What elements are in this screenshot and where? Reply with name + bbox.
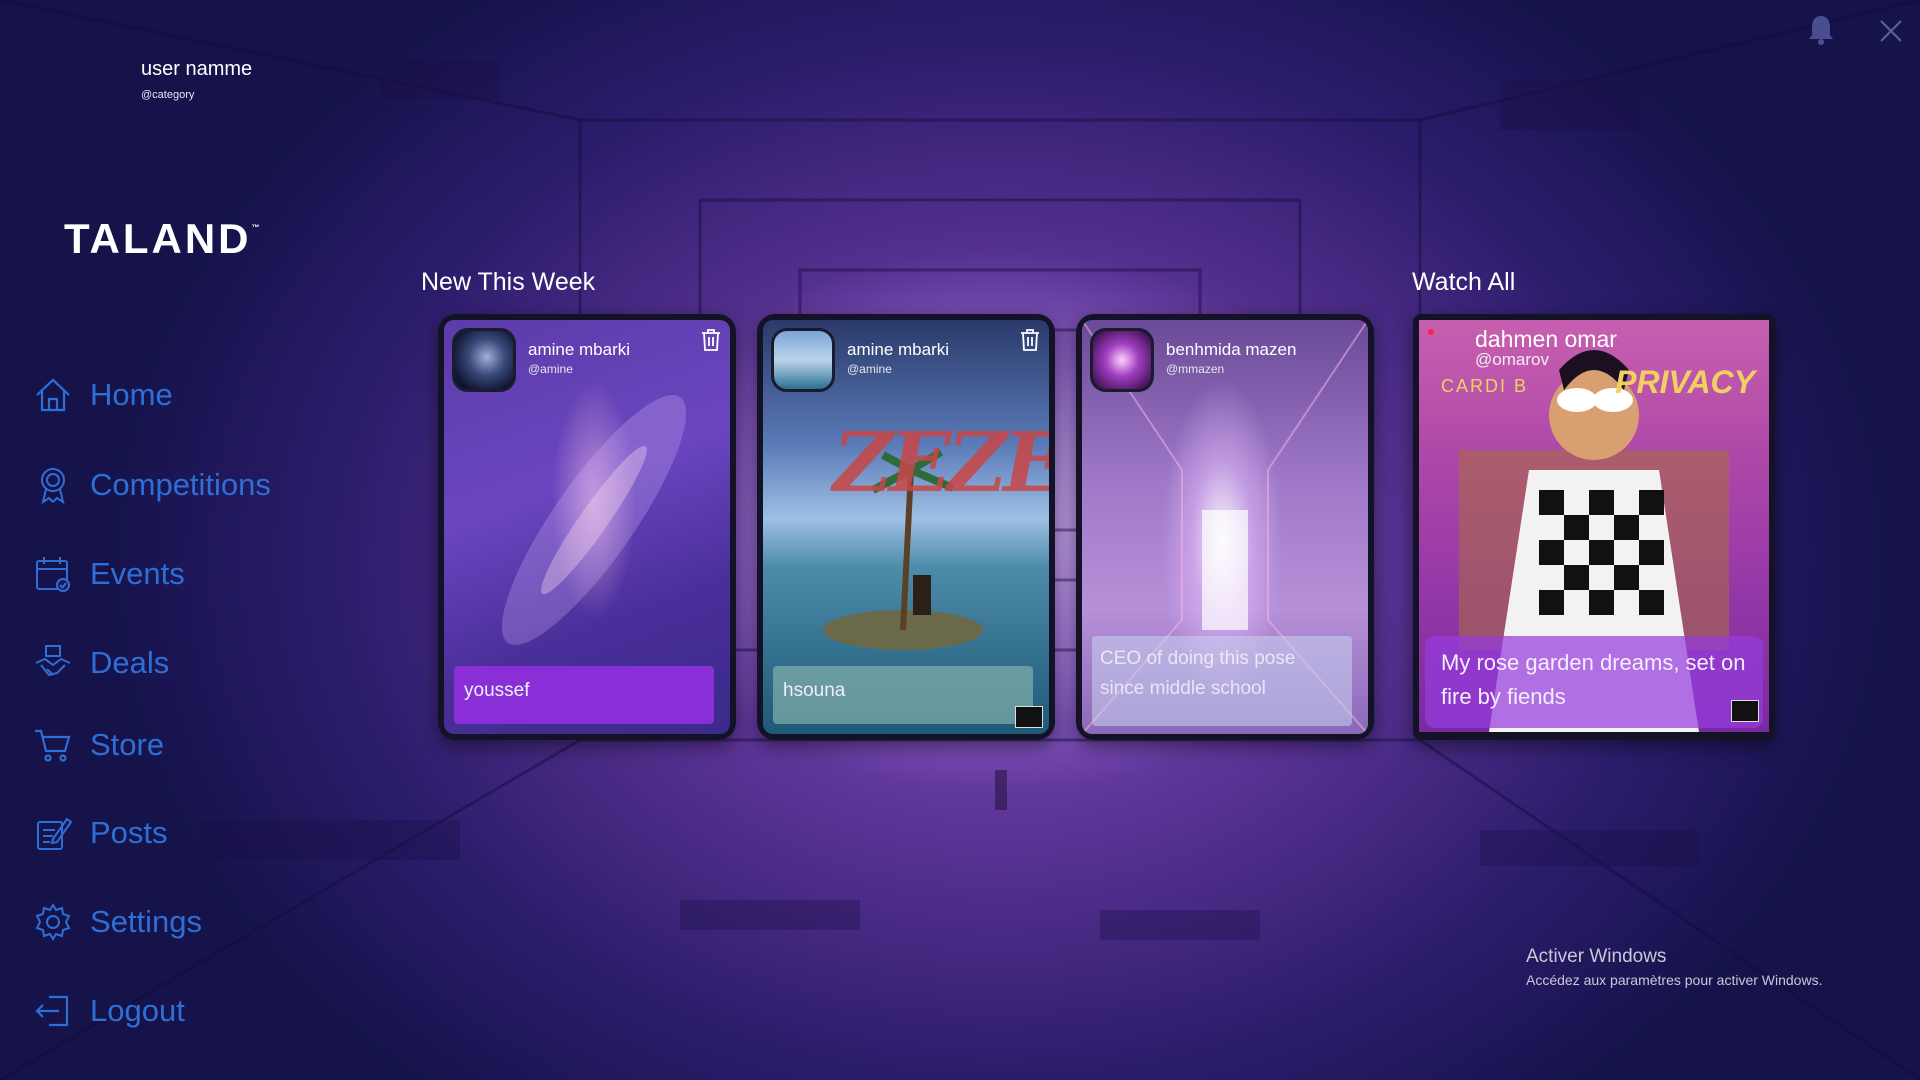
gear-icon [30,899,76,945]
nav-item-competitions[interactable]: Competitions [30,460,271,510]
avatar[interactable] [771,328,835,392]
nav-label-logout: Logout [90,993,185,1028]
card-caption: hsouna [773,666,1033,724]
card-caption: youssef [454,666,714,724]
avatar[interactable] [1090,328,1154,392]
card-author-name[interactable]: amine mbarki [847,340,949,360]
trash-icon[interactable] [1019,328,1041,352]
windows-activation-subtitle: Accédez aux paramètres pour activer Wind… [1526,972,1823,988]
watch-author-handle: @omarov [1475,350,1549,369]
user-category: @category [141,89,195,101]
post-card[interactable]: amine mbarki @amine youssef [438,314,736,740]
trademark: ™ [251,223,260,232]
parental-advisory-badge [1015,706,1043,728]
nav-item-events[interactable]: Events [30,549,185,599]
nav-label-settings: Settings [90,904,203,939]
cart-icon [30,722,76,768]
parental-advisory-badge [1731,700,1759,722]
nav-item-store[interactable]: Store [30,720,164,770]
card-author-name[interactable]: amine mbarki [528,340,630,360]
calendar-icon [30,551,76,597]
nav-item-logout[interactable]: Logout [30,986,185,1036]
card-author-handle: @mmazen [1166,362,1225,376]
trash-icon[interactable] [700,328,722,352]
section-title-new-this-week: New This Week [421,268,596,296]
logout-icon [30,988,76,1034]
watch-author-name[interactable]: dahmen omar [1475,326,1617,353]
nav-label-competitions: Competitions [90,467,271,502]
nav-item-home[interactable]: Home [30,370,173,420]
handshake-icon [30,640,76,686]
nav-item-deals[interactable]: Deals [30,638,169,688]
nav-label-events: Events [90,556,185,591]
watch-caption: My rose garden dreams, set on fire by fi… [1425,636,1763,728]
home-icon [30,372,76,418]
post-card[interactable]: benhmida mazen @mmazen CEO of doing this… [1076,314,1374,740]
edit-icon [30,810,76,856]
award-icon [30,462,76,508]
nav-item-settings[interactable]: Settings [30,897,202,947]
logo-text: TALAND [64,215,252,262]
avatar[interactable] [452,328,516,392]
user-name: user namme [141,58,253,80]
card-caption: CEO of doing this pose since middle scho… [1092,636,1352,726]
nav-label-store: Store [90,727,165,762]
taland-logo: TALAND™ [64,215,260,263]
windows-activation-title: Activer Windows [1526,946,1667,967]
card-author-name[interactable]: benhmida mazen [1166,340,1296,360]
bell-icon[interactable] [1806,14,1836,46]
section-title-watch-all[interactable]: Watch All [1412,268,1515,297]
card-author-handle: @amine [847,362,892,376]
nav-item-posts[interactable]: Posts [30,808,168,858]
art-title-text: ZEZE [833,415,1049,511]
album-title-text: PRIVACY [1615,364,1755,400]
nav-label-deals: Deals [90,645,170,680]
close-icon[interactable] [1878,18,1908,50]
album-artist-text: CARDI B [1441,376,1529,396]
nav-label-home: Home [90,377,173,412]
post-card[interactable]: ZEZE amine mbarki @amine hsouna [757,314,1055,740]
nav-label-posts: Posts [90,815,168,850]
card-author-handle: @amine [528,362,573,376]
watch-all-card[interactable]: CARDI B PRIVACY dahmen omar @omarov My r… [1413,314,1775,740]
